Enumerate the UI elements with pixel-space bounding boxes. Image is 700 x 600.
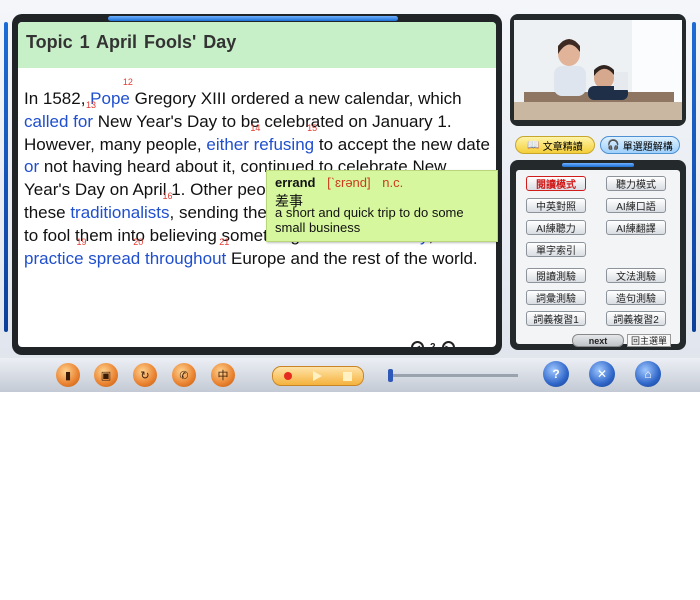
glossary-word[interactable]: or — [24, 157, 39, 176]
glossary-word[interactable]: called for 13 — [24, 100, 96, 131]
slider-knob[interactable] — [388, 369, 393, 382]
glossary-word[interactable]: throughout 21 — [144, 237, 229, 268]
popup-pronunciation: [ˋɛrənd] — [327, 175, 371, 190]
word-number: 16 — [162, 190, 173, 201]
mode-button[interactable]: 單字索引 — [526, 242, 586, 257]
question-analysis-label: 單選題解構 — [622, 141, 673, 153]
article-read-button[interactable]: 📖 文章精讀 — [515, 136, 595, 154]
word-number: 13 — [85, 99, 96, 110]
book-icon: 📖 — [527, 139, 540, 151]
mode-button[interactable]: 詞義複習2 — [606, 311, 666, 326]
question-analysis-button[interactable]: 🎧 單選題解構 — [600, 136, 680, 154]
mode-button[interactable]: 聽力模式 — [606, 176, 666, 191]
audio-player — [272, 366, 364, 386]
repeat-icon[interactable]: ↻ — [133, 363, 157, 387]
glossary-word[interactable]: spread 20 — [88, 237, 143, 268]
mode-button[interactable]: AI練聽力 — [526, 220, 586, 235]
word-number: 12 — [122, 77, 133, 87]
next-page-button[interactable]: ▶ — [441, 341, 455, 347]
mode-button[interactable]: 閱讀測驗 — [526, 268, 586, 283]
pager: ◀ 2 ▶ — [411, 341, 455, 347]
glossary-word[interactable]: traditionalists 16 — [70, 191, 172, 222]
word-number: 21 — [219, 236, 230, 247]
paragraph-text: In 1582, — [24, 89, 91, 108]
word-definition-popup: errand [ˋɛrənd] n.c. 差事 a short and quic… — [266, 170, 498, 242]
phone-icon[interactable]: ✆ — [172, 363, 196, 387]
title-box: Topic 1 April Fools' Day — [18, 22, 496, 68]
popup-part-of-speech: n.c. — [382, 175, 404, 190]
glossary-word-label: or — [24, 157, 40, 177]
headphones-icon: 🎧 — [607, 139, 620, 151]
paragraph-text: Gregory XIII ordered a new calendar, whi… — [129, 89, 462, 108]
app-window: Topic 1 April Fools' Day In 1582, Pope 12… — [0, 0, 700, 392]
left-accent-bar — [4, 22, 8, 332]
glossary-word[interactable]: either refusing 14 15 — [206, 123, 317, 154]
mode-button[interactable]: 閱讀模式 — [526, 176, 586, 191]
glossary-word-label: spread — [88, 248, 141, 268]
glossary-word[interactable]: Pope 12 — [90, 78, 133, 109]
glossary-word[interactable]: practice 19 — [24, 237, 87, 268]
glossary-word-label: practice — [24, 248, 84, 268]
page-number: 2 — [430, 342, 436, 347]
right-accent-bar — [692, 22, 696, 332]
mode-button[interactable]: 造句測驗 — [606, 290, 666, 305]
prev-page-button[interactable]: ◀ — [411, 341, 424, 347]
glossary-word-label: called for — [24, 111, 93, 131]
paragraph-text: to accept the new date — [314, 134, 490, 154]
word-number: 19 — [76, 236, 87, 247]
word-number: 15 — [307, 122, 318, 133]
help-button[interactable]: ? — [543, 361, 569, 387]
word-number: 14 — [250, 122, 261, 133]
page-title: Topic 1 April Fools' Day — [26, 32, 237, 52]
mode-button[interactable]: 中英對照 — [526, 198, 586, 213]
record-icon[interactable] — [283, 372, 292, 380]
notebook-icon[interactable]: ▮ — [56, 363, 80, 387]
mode-button[interactable]: AI練翻譯 — [606, 220, 666, 235]
mode-button[interactable]: 文法測驗 — [606, 268, 666, 283]
picture-icon[interactable]: ▣ — [94, 363, 118, 387]
glossary-word-label: traditionalists — [70, 202, 170, 222]
bottom-toolbar: ▮ ▣ ↻ ✆ 中 ? ✕ ⌂ — [0, 358, 700, 392]
main-menu-button[interactable]: 回主選單 — [627, 334, 671, 347]
mode-button[interactable]: AI練口語 — [606, 198, 666, 213]
play-icon[interactable] — [312, 371, 322, 381]
video-frame — [510, 14, 686, 126]
mode-panel-top-bar — [562, 163, 634, 167]
close-button[interactable]: ✕ — [589, 361, 615, 387]
reader-top-bar — [108, 16, 398, 21]
paragraph-text: Europe and the rest of the world. — [226, 248, 478, 268]
next-button[interactable]: next — [572, 334, 624, 347]
chinese-toggle-button[interactable]: 中 — [211, 363, 235, 387]
audio-progress-slider[interactable] — [388, 369, 518, 382]
mode-button[interactable]: 詞義複習1 — [526, 311, 586, 326]
glossary-word-label: throughout — [144, 248, 227, 268]
home-button[interactable]: ⌂ — [635, 361, 661, 387]
word-number: 20 — [133, 236, 144, 247]
article-read-label: 文章精讀 — [542, 141, 583, 153]
popup-word: errand — [275, 175, 316, 190]
video-thumbnail[interactable] — [514, 20, 682, 120]
stop-icon[interactable] — [343, 371, 353, 381]
mode-button[interactable]: 詞彙測驗 — [526, 290, 586, 305]
glossary-word-label: either refusing — [206, 134, 315, 154]
glossary-word-label: Pope — [90, 89, 130, 108]
popup-definition: a short and quick trip to do some small … — [275, 205, 464, 235]
